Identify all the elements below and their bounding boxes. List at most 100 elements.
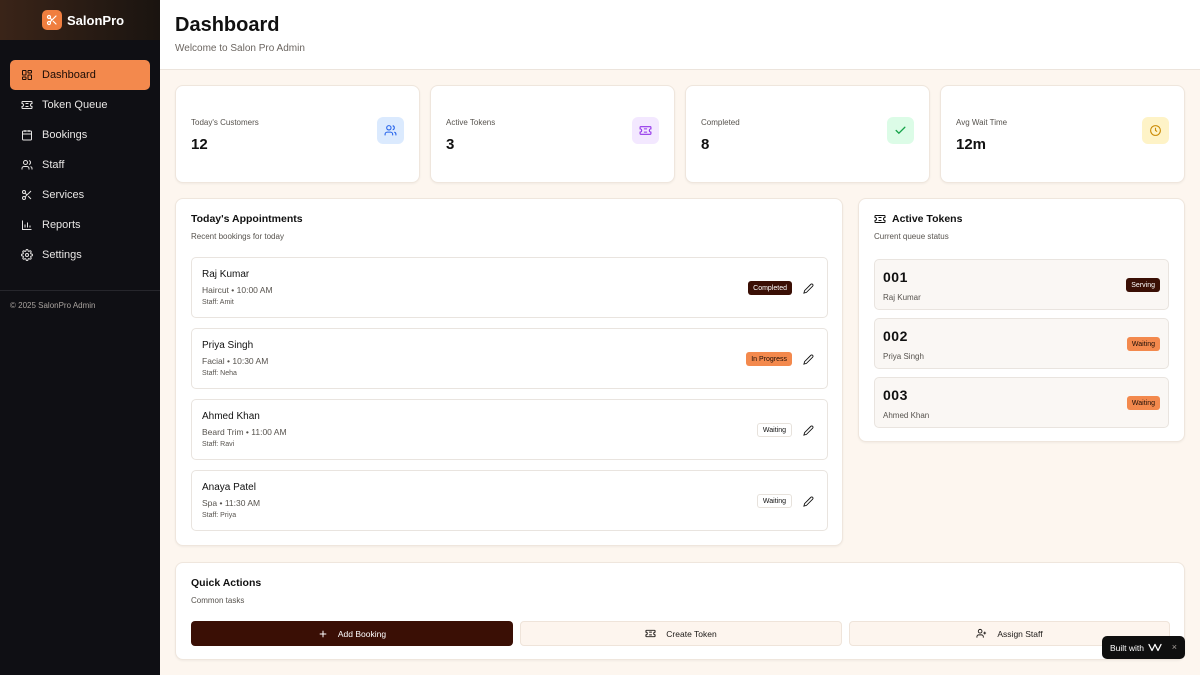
token-row[interactable]: 003 Ahmed Khan Waiting — [874, 377, 1169, 428]
customer-name: Priya Singh — [202, 340, 254, 351]
sidebar-item-bookings[interactable]: Bookings — [10, 120, 150, 150]
quick-actions-subtitle: Common tasks — [191, 596, 245, 605]
stat-card-completed: Completed 8 — [685, 85, 930, 183]
ticket-icon — [645, 628, 656, 639]
appointment-staff: Staff: Neha — [202, 370, 237, 377]
stat-card-avg-wait: Avg Wait Time 12m — [940, 85, 1185, 183]
users-icon — [20, 158, 34, 172]
users-icon — [377, 117, 404, 144]
active-tokens-title: Active Tokens — [874, 213, 1169, 225]
appointment-row[interactable]: Anaya Patel Spa • 11:30 AM Staff: Priya … — [191, 470, 828, 531]
sidebar-item-label: Reports — [42, 219, 81, 231]
sidebar-item-services[interactable]: Services — [10, 180, 150, 210]
assign-staff-label: Assign Staff — [997, 628, 1043, 639]
plus-icon — [318, 629, 328, 639]
stat-label: Avg Wait Time — [956, 118, 1008, 127]
stat-card-active-tokens: Active Tokens 3 — [430, 85, 675, 183]
appointment-staff: Staff: Priya — [202, 512, 237, 519]
builder-logo-icon — [1148, 643, 1162, 652]
add-booking-button[interactable]: Add Booking — [191, 621, 513, 646]
stat-value: 8 — [701, 136, 710, 153]
sidebar-footer: © 2025 SalonPro Admin — [0, 290, 160, 320]
grid-icon — [20, 68, 34, 82]
active-tokens-card: Active Tokens Current queue status 001 R… — [858, 198, 1185, 442]
stat-card-customers: Today's Customers 12 — [175, 85, 420, 183]
appointment-row[interactable]: Ahmed Khan Beard Trim • 11:00 AM Staff: … — [191, 399, 828, 460]
ticket-icon — [632, 117, 659, 144]
clock-icon — [1142, 117, 1169, 144]
appointments-card: Today's Appointments Recent bookings for… — [175, 198, 843, 546]
token-customer: Raj Kumar — [883, 293, 921, 302]
active-tokens-title-text: Active Tokens — [892, 213, 963, 225]
edit-pencil-icon[interactable] — [802, 353, 814, 365]
main-content: Dashboard Welcome to Salon Pro Admin Tod… — [160, 0, 1200, 675]
sidebar-item-label: Staff — [42, 159, 65, 171]
stat-value: 12m — [956, 136, 987, 153]
stat-label: Active Tokens — [446, 118, 496, 127]
built-with-badge[interactable]: Built with × — [1102, 636, 1185, 659]
check-icon — [887, 117, 914, 144]
appointment-staff: Staff: Ravi — [202, 441, 235, 448]
page-title: Dashboard — [175, 14, 280, 36]
status-badge: Completed — [748, 281, 792, 295]
customer-name: Raj Kumar — [202, 269, 250, 280]
scissors-icon — [20, 188, 34, 202]
status-badge: In Progress — [746, 352, 792, 366]
sidebar-item-label: Bookings — [42, 129, 88, 141]
scissors-logo-icon — [42, 10, 62, 30]
create-token-label: Create Token — [666, 628, 717, 639]
stat-label: Today's Customers — [191, 118, 259, 127]
sidebar-item-staff[interactable]: Staff — [10, 150, 150, 180]
token-row[interactable]: 001 Raj Kumar Serving — [874, 259, 1169, 310]
sidebar-item-settings[interactable]: Settings — [10, 240, 150, 270]
sidebar-item-label: Dashboard — [42, 69, 96, 81]
stat-value: 3 — [446, 136, 455, 153]
stat-label: Completed — [701, 118, 740, 127]
sidebar: SalonPro Dashboard Token Queue Bookings … — [0, 0, 160, 675]
token-number: 001 — [883, 269, 908, 285]
customer-name: Ahmed Khan — [202, 411, 260, 422]
sidebar-item-reports[interactable]: Reports — [10, 210, 150, 240]
built-with-label: Built with — [1110, 642, 1145, 653]
appointment-row[interactable]: Priya Singh Facial • 10:30 AM Staff: Neh… — [191, 328, 828, 389]
quick-actions-card: Quick Actions Common tasks Add Booking C… — [175, 562, 1185, 660]
token-row[interactable]: 002 Priya Singh Waiting — [874, 318, 1169, 369]
brand[interactable]: SalonPro — [0, 0, 160, 40]
page-subtitle: Welcome to Salon Pro Admin — [175, 43, 305, 54]
bar-chart-icon — [20, 218, 34, 232]
sidebar-item-token-queue[interactable]: Token Queue — [10, 90, 150, 120]
token-status-badge: Serving — [1126, 278, 1160, 292]
active-tokens-subtitle: Current queue status — [874, 232, 949, 241]
appointment-staff: Staff: Amit — [202, 299, 234, 306]
add-booking-label: Add Booking — [337, 628, 387, 639]
token-customer: Priya Singh — [883, 352, 924, 361]
token-status-badge: Waiting — [1126, 396, 1160, 410]
token-number: 003 — [883, 387, 908, 403]
token-number: 002 — [883, 328, 908, 344]
sidebar-item-label: Settings — [42, 249, 82, 261]
ticket-icon — [20, 98, 34, 112]
gear-icon — [20, 248, 34, 262]
edit-pencil-icon[interactable] — [802, 495, 814, 507]
token-customer: Ahmed Khan — [883, 411, 930, 420]
create-token-button[interactable]: Create Token — [520, 621, 842, 646]
sidebar-item-dashboard[interactable]: Dashboard — [10, 60, 150, 90]
edit-pencil-icon[interactable] — [802, 424, 814, 436]
appointment-detail: Haircut • 10:00 AM — [202, 285, 273, 295]
ticket-icon — [874, 213, 886, 225]
sidebar-nav: Dashboard Token Queue Bookings Staff Ser… — [0, 40, 160, 270]
calendar-icon — [20, 128, 34, 142]
sidebar-item-label: Token Queue — [42, 99, 108, 111]
customer-name: Anaya Patel — [202, 482, 256, 493]
appointment-detail: Beard Trim • 11:00 AM — [202, 427, 287, 437]
edit-pencil-icon[interactable] — [802, 282, 814, 294]
appointment-detail: Spa • 11:30 AM — [202, 498, 261, 508]
close-icon[interactable]: × — [1172, 642, 1177, 652]
appointment-detail: Facial • 10:30 AM — [202, 356, 269, 366]
status-badge: Waiting — [756, 494, 792, 508]
page-header: Dashboard Welcome to Salon Pro Admin — [160, 0, 1200, 70]
status-badge: Waiting — [756, 423, 792, 437]
stat-value: 12 — [191, 136, 208, 153]
appointments-subtitle: Recent bookings for today — [191, 232, 284, 241]
appointment-row[interactable]: Raj Kumar Haircut • 10:00 AM Staff: Amit… — [191, 257, 828, 318]
